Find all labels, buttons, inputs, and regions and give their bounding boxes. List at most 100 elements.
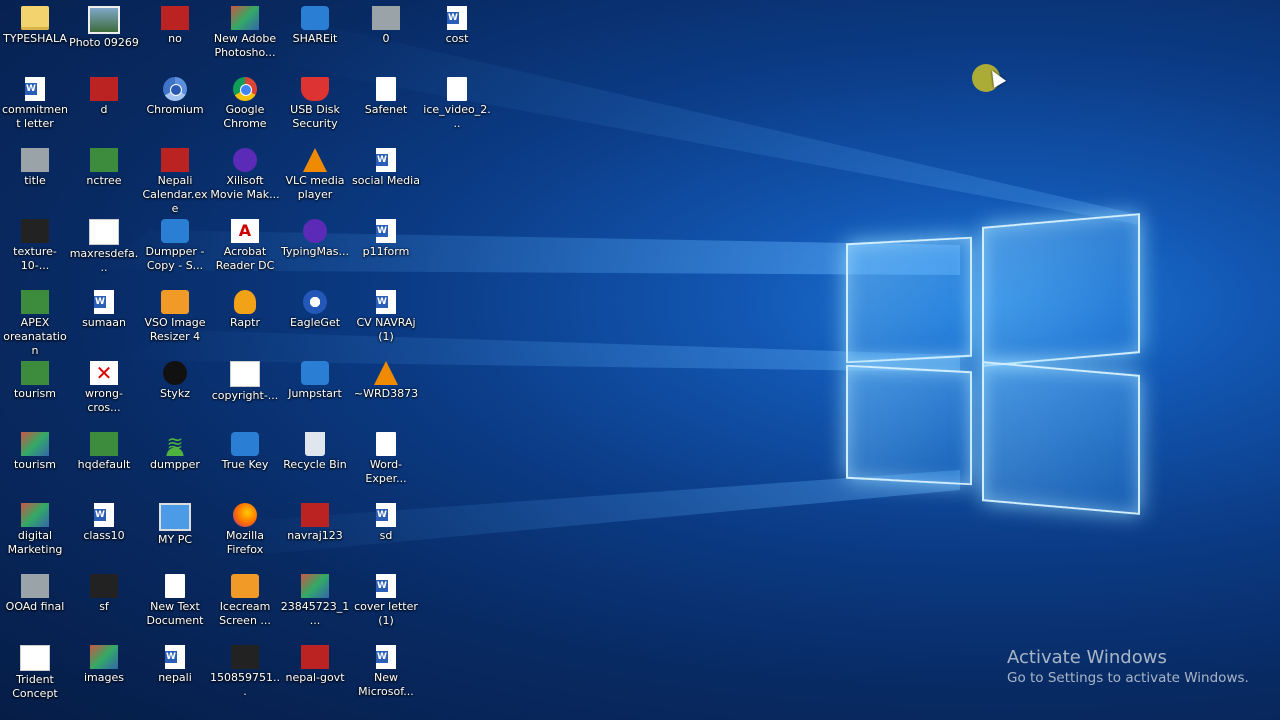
image-file-icon: [372, 6, 400, 30]
desktop-icon[interactable]: Jumpstart: [280, 355, 350, 401]
desktop-icon[interactable]: USB Disk Security: [280, 71, 350, 131]
wifi-icon: [161, 432, 189, 456]
desktop-icon[interactable]: New Microsof...: [351, 639, 421, 699]
desktop-icon[interactable]: New Text Document: [140, 568, 210, 628]
desktop-icon[interactable]: Nepali Calendar.exe: [140, 142, 210, 216]
acrobat-icon: [231, 219, 259, 243]
desktop-icon-label: nctree: [86, 174, 122, 187]
desktop-icon-label: Jumpstart: [288, 387, 342, 400]
desktop-icon[interactable]: no: [140, 0, 210, 46]
image-file-icon: [21, 290, 49, 314]
desktop-icon-label: commitment letter: [1, 103, 69, 130]
desktop-icon[interactable]: Word-Exper...: [351, 426, 421, 486]
desktop-icon-label: title: [24, 174, 46, 187]
word-document-icon: [376, 290, 396, 314]
desktop-icon[interactable]: sumaan: [69, 284, 139, 330]
desktop-icon[interactable]: Chromium: [140, 71, 210, 117]
desktop-icon[interactable]: APEX oreanatation: [0, 284, 70, 358]
desktop-icon-label: True Key: [221, 458, 269, 471]
desktop-icon[interactable]: digital Marketing: [0, 497, 70, 557]
desktop-icon-label: Stykz: [160, 387, 190, 400]
desktop-icon[interactable]: OOAd final: [0, 568, 70, 614]
desktop-icon[interactable]: hqdefault: [69, 426, 139, 472]
desktop-icon[interactable]: SHAREit: [280, 0, 350, 46]
desktop-icon[interactable]: Icecream Screen ...: [210, 568, 280, 628]
desktop-icon[interactable]: Safenet: [351, 71, 421, 117]
desktop-icon[interactable]: Dumpper - Copy - S...: [140, 213, 210, 273]
desktop-icon[interactable]: sd: [351, 497, 421, 543]
desktop-icon[interactable]: maxresdefa...: [69, 213, 139, 275]
icecream-recorder-icon: [231, 574, 259, 598]
desktop-icon-label: tourism: [13, 458, 57, 471]
desktop-icon[interactable]: dumpper: [140, 426, 210, 472]
desktop-icon[interactable]: p11form: [351, 213, 421, 259]
desktop-icon[interactable]: TYPESHALA: [0, 0, 70, 46]
desktop-icon[interactable]: VSO Image Resizer 4: [140, 284, 210, 344]
desktop-icon[interactable]: tourism: [0, 426, 70, 472]
desktop-icon[interactable]: Acrobat Reader DC: [210, 213, 280, 273]
desktop-icon[interactable]: New Adobe Photosho...: [210, 0, 280, 60]
desktop-icon[interactable]: 0: [351, 0, 421, 46]
desktop-icon[interactable]: texture-10-...: [0, 213, 70, 273]
desktop-icon[interactable]: nctree: [69, 142, 139, 188]
movie-maker-icon: [233, 148, 257, 172]
desktop-icon-label: cover letter (1): [354, 600, 418, 627]
desktop-icon[interactable]: navraj123: [280, 497, 350, 543]
desktop-icon[interactable]: tourism: [0, 355, 70, 401]
desktop-icon[interactable]: sf: [69, 568, 139, 614]
desktop-icon-label: Raptr: [230, 316, 260, 329]
recycle-bin-icon: [305, 432, 325, 456]
desktop-icon-label: Word-Exper...: [365, 458, 407, 485]
image-file-icon: [301, 574, 329, 598]
desktop-icon-label: SHAREit: [292, 32, 338, 45]
desktop-icon[interactable]: Recycle Bin: [280, 426, 350, 472]
desktop-icon-label: 23845723_1...: [280, 600, 350, 627]
desktop-icon[interactable]: Google Chrome: [210, 71, 280, 131]
desktop-icon[interactable]: 150859751...: [210, 639, 280, 699]
desktop-icon[interactable]: title: [0, 142, 70, 188]
desktop-icon[interactable]: commitment letter: [0, 71, 70, 131]
desktop-icon[interactable]: MY PC: [140, 497, 210, 547]
desktop-icon[interactable]: cost: [422, 0, 492, 46]
desktop-icon-label: Safenet: [364, 103, 408, 116]
desktop-icon[interactable]: Trident Concept: [0, 639, 70, 701]
image-resizer-icon: [161, 290, 189, 314]
photo-icon: [88, 6, 120, 34]
desktop-icon[interactable]: wrong-cros...: [69, 355, 139, 415]
desktop-icon[interactable]: EagleGet: [280, 284, 350, 330]
desktop-icon[interactable]: copyright-...: [210, 355, 280, 403]
desktop-icon-label: maxresdefa...: [69, 247, 139, 274]
desktop-icon[interactable]: 23845723_1...: [280, 568, 350, 628]
activate-windows-watermark: Activate Windows Go to Settings to activ…: [1007, 647, 1249, 686]
desktop-icon[interactable]: Mozilla Firefox: [210, 497, 280, 557]
image-file-icon: [230, 361, 260, 387]
desktop-icon[interactable]: images: [69, 639, 139, 685]
typingmaster-icon: [303, 219, 327, 243]
desktop-icon[interactable]: Photo 09269: [69, 0, 139, 50]
desktop-icon[interactable]: TypingMas...: [280, 213, 350, 259]
desktop-icon[interactable]: nepal-govt: [280, 639, 350, 685]
desktop-icon[interactable]: social Media: [351, 142, 421, 188]
word-document-icon: [447, 6, 467, 30]
desktop-icon[interactable]: ice_video_2...: [422, 71, 492, 131]
desktop-icon[interactable]: True Key: [210, 426, 280, 472]
calendar-app-icon: [161, 148, 189, 172]
desktop-icon-label: Chromium: [146, 103, 204, 116]
stykz-icon: [163, 361, 187, 385]
image-file-icon: [21, 361, 49, 385]
desktop-icon[interactable]: Raptr: [210, 284, 280, 330]
desktop-icon[interactable]: VLC media player: [280, 142, 350, 202]
desktop-icon[interactable]: d: [69, 71, 139, 117]
desktop-icon-label: MY PC: [157, 533, 193, 546]
desktop-icon-label: sumaan: [82, 316, 126, 329]
desktop-icon[interactable]: Xilisoft Movie Mak...: [210, 142, 280, 202]
desktop-icon[interactable]: ~WRD3873: [351, 355, 421, 401]
desktop-icon[interactable]: Stykz: [140, 355, 210, 401]
desktop-icon[interactable]: nepali: [140, 639, 210, 685]
image-file-icon: [89, 219, 119, 245]
desktop-icon[interactable]: CV NAVRAj (1): [351, 284, 421, 344]
desktop-icon-label: Recycle Bin: [283, 458, 347, 471]
desktop-icon[interactable]: cover letter (1): [351, 568, 421, 628]
app-shortcut-icon: [161, 219, 189, 243]
desktop-icon[interactable]: class10: [69, 497, 139, 543]
